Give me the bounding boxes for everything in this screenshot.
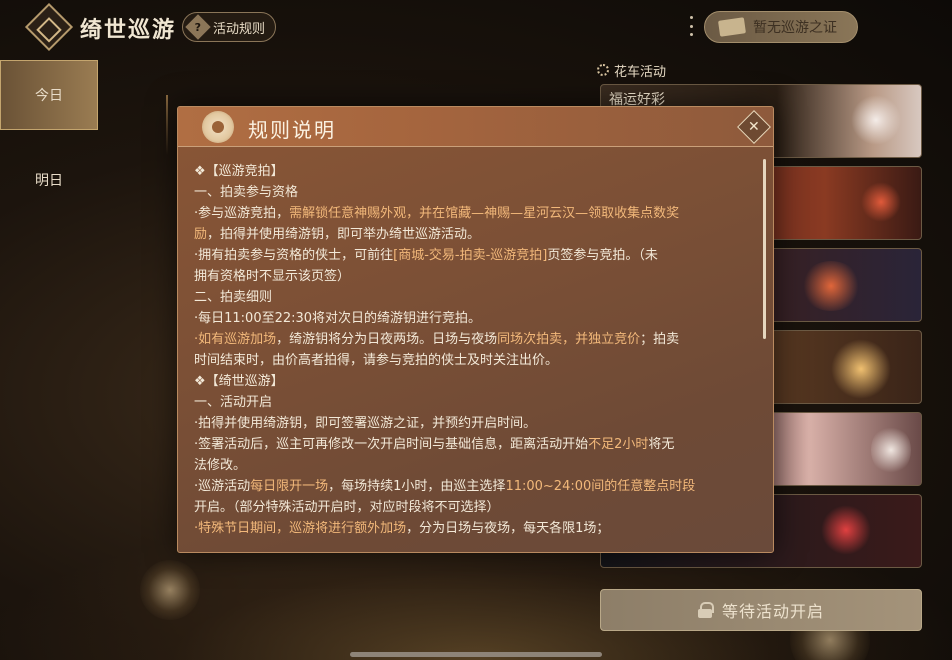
rules-line: ·每日11:00至22:30将对次日的绮游钥进行竞拍。 [194,308,760,329]
rules-text-segment: ，每场持续1小时，由巡主选择 [328,479,506,494]
rules-highlight-text: 不足2小时 [588,437,649,452]
rules-line: 一、拍卖参与资格 [194,182,760,203]
rules-text-segment: ，拍得并使用绮游钥，即可举办绮世巡游活动。 [207,227,481,242]
rules-line: 开启。（部分特殊活动开启时，对应时段将不可选择） [194,497,760,518]
rules-text-segment: ·参与巡游竞拍， [194,206,290,221]
card-art [831,339,891,399]
rules-line: ❖【绮世巡游】 [194,371,760,392]
question-icon: ? [185,14,211,40]
dialog-header: 规则说明 ✕ [178,107,773,147]
card-art [861,182,901,222]
tab-tomorrow[interactable]: 明日 [0,150,98,210]
rules-text-segment: 拥有资格时不显示该页签） [194,269,351,284]
tab-today[interactable]: 今日 [0,60,98,130]
rules-line: ·特殊节日期间，巡游将进行额外加场，分为日场与夜场，每天各限1场； [194,518,760,539]
rules-text-segment: 二、拍卖细则 [194,290,273,305]
more-vertical-icon[interactable] [686,16,696,36]
activity-rules-label: 活动规则 [213,21,266,37]
float-activity-header: 花车活动 [597,60,666,80]
flower-emblem-icon [202,111,234,143]
rules-text-segment: ，分为日场与夜场，每天各限1场； [406,521,610,536]
rules-text-segment: 时间结束时，由价高者拍得，请参与竞拍的侠士及时关注出价。 [194,353,559,368]
rules-line: 励，拍得并使用绮游钥，即可举办绮世巡游活动。 [194,224,760,245]
close-button[interactable]: ✕ [737,110,771,144]
rules-text-segment: ·拍得并使用绮游钥，即可签署巡游之证，并预约开启时间。 [194,416,537,431]
rules-text-segment: 一、拍卖参与资格 [194,185,299,200]
rules-line: ·如有巡游加场，绮游钥将分为日夜两场。日场与夜场同场次拍卖，并独立竞价；拍卖 [194,329,760,350]
rules-highlight-text: 励 [194,227,208,242]
wait-for-activity-label: 等待活动开启 [721,602,824,621]
rules-line: ·参与巡游竞拍，需解锁任意神赐外观，并在馆藏—神赐—星河云汉—领取收集点数奖 [194,203,760,224]
card-art [871,425,911,475]
parade-pass-label: 暂无巡游之证 [753,20,837,36]
activity-rules-button[interactable]: ? 活动规则 [182,12,276,42]
float-activity-label: 花车活动 [614,64,667,80]
game-logo-icon[interactable] [24,2,74,52]
day-tabs: 今日 明日 [0,60,98,210]
page-title: 绮世巡游 [80,18,177,43]
rules-text-segment: ，绮游钥将分为日夜两场。日场与夜场 [276,332,498,347]
parade-pass-badge[interactable]: 暂无巡游之证 [704,11,858,43]
rules-text-segment: 一、活动开启 [194,395,273,410]
ticket-icon [718,17,746,37]
tab-today-label: 今日 [35,88,63,104]
rules-highlight-text: 需解锁任意神赐外观，并在馆藏—神赐—星河云汉—领取收集点数奖 [289,206,680,221]
rules-line: 二、拍卖细则 [194,287,760,308]
card-art [851,95,901,145]
rules-text-segment: 页签参与竞拍。（未 [547,248,658,263]
rules-highlight-text: [商城-交易-拍卖-巡游竞拍] [393,248,548,263]
wait-for-activity-button[interactable]: 等待活动开启 [600,589,922,631]
rules-line: 拥有资格时不显示该页签） [194,266,760,287]
rules-text-segment: 将无 [648,437,675,452]
scrollbar[interactable] [763,159,766,339]
rules-text-segment: ❖【巡游竞拍】 [194,164,284,179]
rules-line: ·拥有拍卖参与资格的侠士，可前往[商城-交易-拍卖-巡游竞拍]页签参与竞拍。（未 [194,245,760,266]
rules-line: ·拍得并使用绮游钥，即可签署巡游之证，并预约开启时间。 [194,413,760,434]
rules-line: ·巡游活动每日限开一场，每场持续1小时，由巡主选择11:00~24:00间的任意… [194,476,760,497]
rules-highlight-text: 同场次拍卖，并独立竞价 [497,332,641,347]
rules-text[interactable]: ❖【巡游竞拍】 一、拍卖参与资格 ·参与巡游竞拍，需解锁任意神赐外观，并在馆藏—神赐… [194,161,760,547]
rules-line: 时间结束时，由价高者拍得，请参与竞拍的侠士及时关注出价。 [194,350,760,371]
background-flower [140,560,200,620]
rules-text-segment: ·拥有拍卖参与资格的侠士，可前往 [194,248,394,263]
card-art [801,261,861,311]
flower-icon [597,64,609,76]
rules-text-segment: ❖【绮世巡游】 [194,374,284,389]
rules-text-segment: ；拍卖 [640,332,680,347]
rules-text-segment: ·签署活动后，巡主可再修改一次开启时间与基础信息，距离活动开始 [194,437,589,452]
card-art [821,505,871,555]
rules-text-segment: ·每日11:00至22:30将对次日的绮游钥进行竞拍。 [194,311,482,326]
rules-highlight-text: 每日限开一场 [250,479,329,494]
rules-line: 一、活动开启 [194,392,760,413]
close-icon: ✕ [748,118,760,135]
lock-icon [697,602,714,618]
rules-line: ❖【巡游竞拍】 [194,161,760,182]
rules-highlight-text: ·特殊节日期间，巡游将进行额外加场 [194,521,407,536]
rules-line: ·签署活动后，巡主可再修改一次开启时间与基础信息，距离活动开始不足2小时将无 [194,434,760,455]
divider [166,95,168,155]
tab-tomorrow-label: 明日 [35,173,63,189]
dialog-title: 规则说明 [248,118,336,142]
top-bar: 绮世巡游 ? 活动规则 暂无巡游之证 [0,0,952,54]
rules-dialog: 规则说明 ✕ ❖【巡游竞拍】 一、拍卖参与资格 ·参与巡游竞拍，需解锁任意神赐外观，… [177,106,774,553]
rules-highlight-text: ·如有巡游加场 [194,332,277,347]
rules-line: 法修改。 [194,455,760,476]
rules-highlight-text: 11:00~24:00间的任意整点时段 [505,479,696,494]
rules-text-segment: ·巡游活动 [194,479,251,494]
rules-text-segment: 法修改。 [194,458,247,473]
rules-text-segment: 开启。（部分特殊活动开启时，对应时段将不可选择） [194,500,500,515]
home-indicator [350,652,602,657]
